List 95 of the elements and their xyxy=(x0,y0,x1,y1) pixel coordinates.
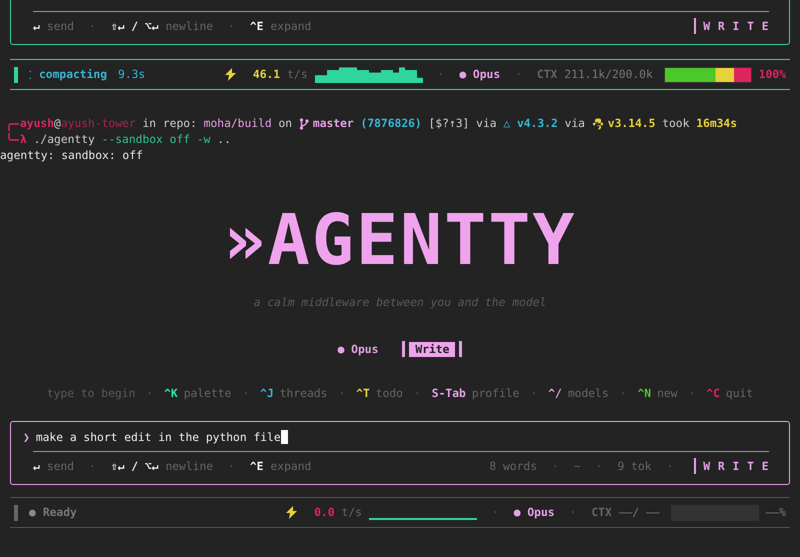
context-label: CTX xyxy=(536,68,558,81)
separator-dot: · xyxy=(530,387,538,400)
model-name: ● Opus xyxy=(338,342,378,356)
status-text: compacting xyxy=(39,68,108,81)
speed-unit: t/s xyxy=(342,506,362,519)
prompt-text: master xyxy=(312,116,354,132)
separator-dot: · xyxy=(596,460,602,472)
separator-dot: · xyxy=(242,387,250,400)
separator-dot: · xyxy=(492,506,499,519)
separator-dot: · xyxy=(688,387,696,400)
context-usage: 211.1k/200.0k xyxy=(564,68,653,81)
status-text: Ready xyxy=(42,506,77,519)
status-icon: ● xyxy=(29,506,36,519)
prompt-text: ayush-tower xyxy=(60,116,136,132)
speed-value: 46.1 xyxy=(252,68,280,81)
shortcut-label: send xyxy=(46,460,74,472)
branch-icon xyxy=(298,118,309,130)
prompt-text: via xyxy=(475,116,498,132)
prompt-text: ./agentty xyxy=(32,132,96,148)
prompt-text: agentty: sandbox: off xyxy=(0,148,143,164)
shortcut-label: expand xyxy=(270,460,312,472)
separator-dot: · xyxy=(515,68,522,81)
lightning-icon xyxy=(286,506,298,519)
elapsed-time: 9.3s xyxy=(118,68,146,81)
model-name: ● Opus xyxy=(514,506,555,519)
mode-label: W R I T E xyxy=(703,20,769,32)
shortcut-key: ↵ xyxy=(33,460,40,472)
prompt-text: @ xyxy=(54,116,61,132)
shortcut-key: ^E xyxy=(250,20,264,32)
prompt-text: ayush xyxy=(20,116,54,132)
shortcut-label: todo xyxy=(376,387,403,400)
shortcut-key: ^C xyxy=(706,387,720,400)
separator-dot: · xyxy=(338,387,346,400)
prompt-text: △ v4.3.2 xyxy=(503,116,558,132)
mode-label: W R I T E xyxy=(703,460,769,472)
prompt-text: [$?↑3] xyxy=(428,116,470,132)
shortcut-label: newline xyxy=(165,20,214,32)
prompt-text: via xyxy=(564,116,586,132)
shortcut-key: ^E xyxy=(250,460,264,472)
shortcut-key: ⇧↵ / ⌥↵ xyxy=(110,20,158,32)
shortcut-label: models xyxy=(568,387,609,400)
prompt-text: λ xyxy=(20,132,27,148)
speed-value: 0.0 xyxy=(314,506,335,519)
prompt-text: .. xyxy=(216,132,231,148)
count-text: 8 words xyxy=(489,460,538,472)
shortcut-label: palette xyxy=(184,387,232,400)
separator-dot: · xyxy=(438,68,444,81)
profile-badge: Write xyxy=(409,342,456,356)
separator-dot: · xyxy=(228,20,235,32)
separator-dot: · xyxy=(666,460,674,472)
prompt-text: --sandbox off -w xyxy=(102,132,210,148)
shortcut-key: ^J xyxy=(260,387,274,400)
count-text: 9 tok xyxy=(617,460,652,472)
prompt-caret: ❯ xyxy=(23,430,30,444)
context-percent: ——% xyxy=(766,506,786,519)
shortcut-label: profile xyxy=(472,387,520,400)
shortcut-key: ^/ xyxy=(548,387,562,400)
shortcut-label: expand xyxy=(270,20,312,32)
context-usage: ——/ —— xyxy=(618,506,660,519)
prompt-text: v3.14.5 xyxy=(608,116,656,132)
separator-dot: · xyxy=(552,460,559,472)
shortcut-key: ^N xyxy=(637,387,652,400)
prompt-text: took xyxy=(661,116,690,132)
input-field[interactable]: make a short edit in the python file xyxy=(36,430,288,444)
separator-dot: · xyxy=(414,387,421,400)
shortcut-label: newline xyxy=(165,460,214,472)
status-icon: ⁚ xyxy=(29,67,32,82)
separator-dot: · xyxy=(570,506,576,519)
prompt-text: on xyxy=(277,116,294,132)
separator-dot: · xyxy=(228,460,235,472)
lightning-icon xyxy=(224,68,236,81)
separator-dot: · xyxy=(89,20,96,32)
separator-dot: · xyxy=(146,387,154,400)
shortcut-key: ^T xyxy=(356,387,370,400)
prompt-text: moha/build xyxy=(204,116,272,132)
context-label: CTX xyxy=(591,506,612,519)
prompt-text: 16m34s xyxy=(696,116,738,132)
separator-dot: · xyxy=(89,460,96,472)
shortcut-key: ↵ xyxy=(33,20,40,32)
separator-dot: · xyxy=(620,387,626,400)
app-logo: »AGENTTY xyxy=(223,200,577,280)
shortcut-key: ⇧↵ / ⌥↵ xyxy=(110,460,158,472)
shortcut-label: send xyxy=(46,20,74,32)
speed-unit: t/s xyxy=(287,68,308,81)
snake-logo-icon xyxy=(592,118,604,130)
shortcut-key: ^K xyxy=(164,387,178,400)
model-name: ● Opus xyxy=(459,68,500,81)
shortcut-label: new xyxy=(657,387,678,400)
shortcut-label: quit xyxy=(726,387,754,400)
prompt-text: in repo: xyxy=(141,116,198,132)
count-text: ~ xyxy=(574,460,581,472)
prompt-text: (7876826) xyxy=(360,116,422,132)
shortcut-key: S-Tab xyxy=(432,387,466,400)
context-percent: 100% xyxy=(758,68,786,81)
shortcut-label: threads xyxy=(280,387,328,400)
